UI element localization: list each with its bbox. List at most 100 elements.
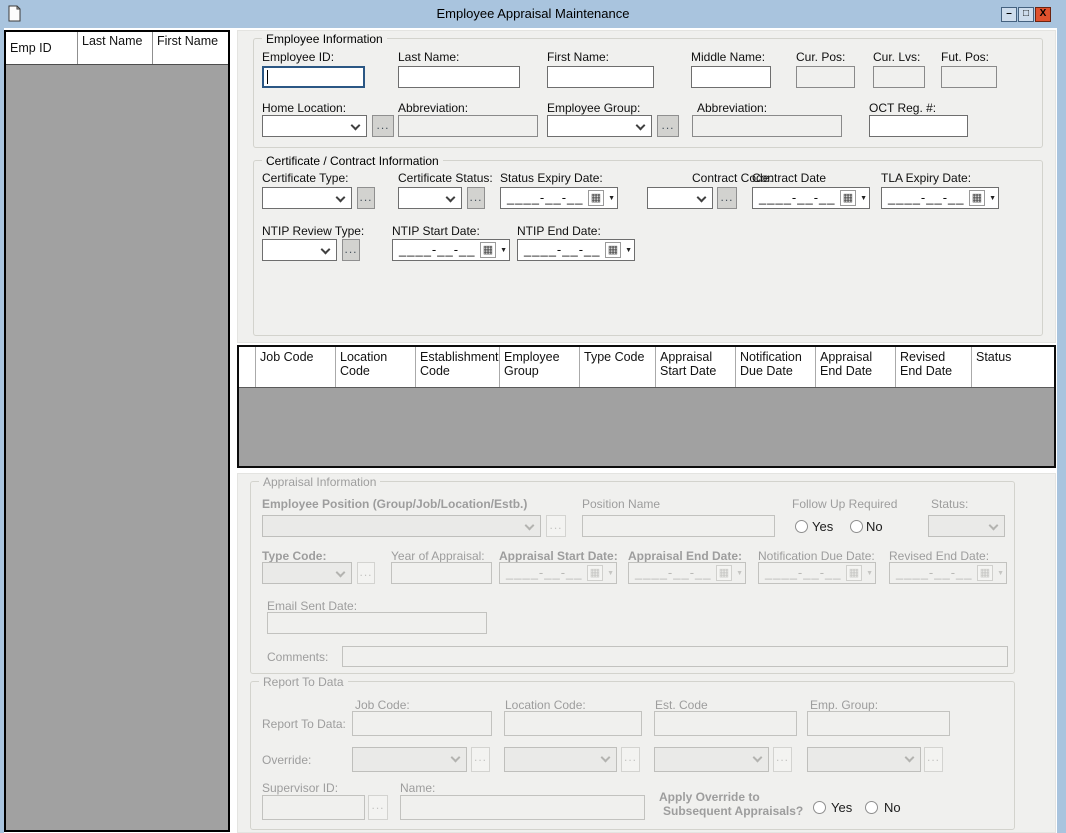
position-name-label: Position Name bbox=[582, 497, 660, 511]
calendar-icon[interactable]: ▦ bbox=[605, 242, 621, 258]
maximize-button[interactable]: □ bbox=[1018, 7, 1034, 22]
report-to-data-label: Report To Data: bbox=[262, 717, 346, 731]
calendar-icon[interactable]: ▦ bbox=[969, 190, 985, 206]
abbreviation-location-label: Abbreviation: bbox=[398, 101, 468, 115]
report-location-code-label: Location Code: bbox=[505, 698, 586, 712]
window-title: Employee Appraisal Maintenance bbox=[0, 6, 1066, 21]
dropdown-arrow-icon[interactable]: ▼ bbox=[989, 195, 996, 202]
override-select-2 bbox=[504, 747, 617, 772]
grid-header-notification-due-date[interactable]: Notification Due Date bbox=[736, 347, 816, 387]
employee-id-label: Employee ID: bbox=[262, 50, 334, 64]
grid-header-revised-end-date[interactable]: Revised End Date bbox=[896, 347, 972, 387]
follow-up-yes-radio[interactable] bbox=[795, 520, 808, 533]
column-header-emp-id[interactable]: Emp ID bbox=[6, 32, 78, 64]
revised-end-date-label: Revised End Date: bbox=[889, 549, 989, 563]
home-location-browse-button[interactable]: ... bbox=[372, 115, 394, 137]
notification-due-date-field: ____-__-__ ▦ ▼ bbox=[758, 562, 876, 584]
calendar-icon: ▦ bbox=[977, 565, 993, 581]
contract-date-field[interactable]: ____-__-__ ▦ ▼ bbox=[752, 187, 870, 209]
certificate-type-browse-button[interactable]: ... bbox=[357, 187, 375, 209]
grid-header-status[interactable]: Status bbox=[972, 347, 1054, 387]
ntip-review-type-browse-button[interactable]: ... bbox=[342, 239, 360, 261]
grid-header-appraisal-end-date[interactable]: Appraisal End Date bbox=[816, 347, 896, 387]
employee-group-select[interactable] bbox=[547, 115, 652, 137]
appraisal-end-date-label: Appraisal End Date: bbox=[628, 549, 742, 563]
dropdown-arrow-icon[interactable]: ▼ bbox=[625, 247, 632, 254]
first-name-label: First Name: bbox=[547, 50, 609, 64]
grid-header-job-code[interactable]: Job Code bbox=[256, 347, 336, 387]
apply-override-yes-radio[interactable] bbox=[813, 801, 826, 814]
date-mask: ____-__-__ bbox=[524, 242, 601, 257]
certificate-type-select[interactable] bbox=[262, 187, 352, 209]
tla-expiry-date-field[interactable]: ____-__-__ ▦ ▼ bbox=[881, 187, 999, 209]
middle-name-input[interactable] bbox=[691, 66, 771, 88]
status-expiry-date-field[interactable]: ____-__-__ ▦ ▼ bbox=[500, 187, 618, 209]
date-mask: ____-__-__ bbox=[896, 565, 973, 580]
employee-list: Emp ID Last Name First Name bbox=[4, 30, 230, 832]
report-job-code-label: Job Code: bbox=[355, 698, 410, 712]
grid-header-establishment-code[interactable]: Establishment Code bbox=[416, 347, 500, 387]
report-est-code-field bbox=[654, 711, 797, 736]
dropdown-arrow-icon[interactable]: ▼ bbox=[860, 195, 867, 202]
home-location-select[interactable] bbox=[262, 115, 367, 137]
calendar-icon[interactable]: ▦ bbox=[588, 190, 604, 206]
grid-header-row-selector[interactable] bbox=[239, 347, 256, 387]
type-code-select bbox=[262, 562, 352, 584]
chevron-down-icon bbox=[336, 193, 346, 203]
calendar-icon[interactable]: ▦ bbox=[480, 242, 496, 258]
override-browse-button-1: ... bbox=[471, 747, 490, 772]
employee-position-browse-button: ... bbox=[546, 515, 566, 537]
ntip-start-date-field[interactable]: ____-__-__ ▦ ▼ bbox=[392, 239, 510, 261]
follow-up-no-radio[interactable] bbox=[850, 520, 863, 533]
close-button[interactable]: X bbox=[1035, 7, 1051, 22]
apply-override-label-line1: Apply Override to bbox=[659, 790, 760, 804]
grid-header-appraisal-start-date[interactable]: Appraisal Start Date bbox=[656, 347, 736, 387]
certificate-status-browse-button[interactable]: ... bbox=[467, 187, 485, 209]
report-est-code-label: Est. Code bbox=[655, 698, 708, 712]
apply-override-no-radio[interactable] bbox=[865, 801, 878, 814]
contract-code-browse-button[interactable]: ... bbox=[717, 187, 737, 209]
calendar-icon[interactable]: ▦ bbox=[840, 190, 856, 206]
dropdown-arrow-icon: ▼ bbox=[866, 570, 873, 577]
grid-header-type-code[interactable]: Type Code bbox=[580, 347, 656, 387]
position-name-field bbox=[582, 515, 775, 537]
certificate-status-label: Certificate Status: bbox=[398, 171, 493, 185]
dropdown-arrow-icon[interactable]: ▼ bbox=[608, 195, 615, 202]
override-select-4 bbox=[807, 747, 921, 772]
report-to-data-title: Report To Data bbox=[259, 675, 348, 689]
comments-field bbox=[342, 646, 1008, 667]
oct-reg-input[interactable] bbox=[869, 115, 968, 137]
home-location-label: Home Location: bbox=[262, 101, 346, 115]
column-header-last-name[interactable]: Last Name bbox=[78, 32, 153, 64]
ntip-end-date-field[interactable]: ____-__-__ ▦ ▼ bbox=[517, 239, 635, 261]
report-emp-group-field bbox=[807, 711, 950, 736]
revised-end-date-field: ____-__-__ ▦ ▼ bbox=[889, 562, 1007, 584]
chevron-down-icon bbox=[697, 193, 707, 203]
date-mask: ____-__-__ bbox=[399, 242, 476, 257]
contract-code-select[interactable] bbox=[647, 187, 713, 209]
chevron-down-icon bbox=[753, 753, 763, 763]
override-select-1 bbox=[352, 747, 467, 772]
dropdown-arrow-icon[interactable]: ▼ bbox=[500, 247, 507, 254]
ntip-review-type-select[interactable] bbox=[262, 239, 337, 261]
type-code-browse-button: ... bbox=[357, 562, 375, 584]
report-location-code-field bbox=[504, 711, 642, 736]
calendar-icon: ▦ bbox=[716, 565, 732, 581]
calendar-icon: ▦ bbox=[846, 565, 862, 581]
date-mask: ____-__-__ bbox=[635, 565, 712, 580]
apply-override-yes-label: Yes bbox=[831, 800, 852, 815]
cur-pos-label: Cur. Pos: bbox=[796, 50, 845, 64]
grid-header-employee-group[interactable]: Employee Group bbox=[500, 347, 580, 387]
minimize-button[interactable]: – bbox=[1001, 7, 1017, 22]
notification-due-date-label: Notification Due Date: bbox=[758, 549, 875, 563]
employee-id-input[interactable] bbox=[262, 66, 365, 88]
follow-up-required-label: Follow Up Required bbox=[792, 497, 897, 511]
column-header-first-name[interactable]: First Name bbox=[153, 32, 228, 64]
employee-group-browse-button[interactable]: ... bbox=[657, 115, 679, 137]
grid-header-location-code[interactable]: Location Code bbox=[336, 347, 416, 387]
first-name-input[interactable] bbox=[547, 66, 654, 88]
last-name-input[interactable] bbox=[398, 66, 520, 88]
certificate-status-select[interactable] bbox=[398, 187, 462, 209]
type-code-label: Type Code: bbox=[262, 549, 326, 563]
employee-group-label: Employee Group: bbox=[547, 101, 640, 115]
